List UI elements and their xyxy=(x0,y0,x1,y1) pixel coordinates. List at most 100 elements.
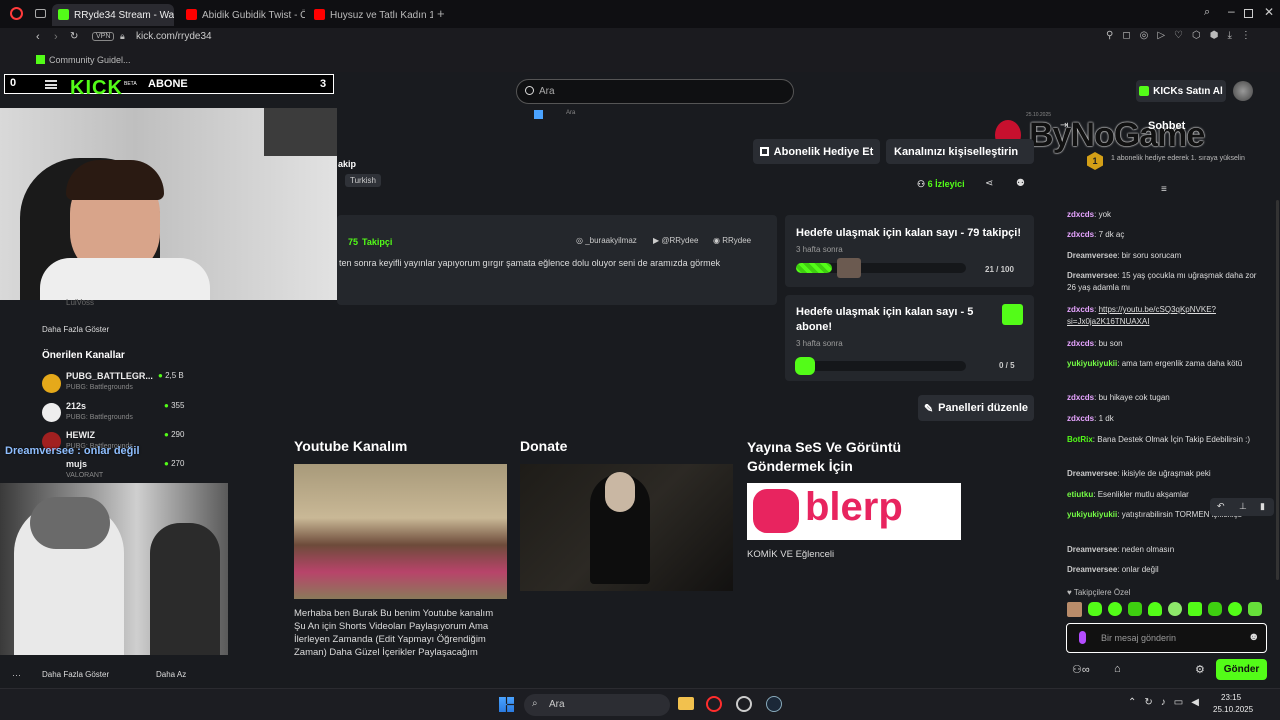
tab-kick[interactable]: RRyde34 Stream - Watch xyxy=(52,4,174,26)
chat-username[interactable]: yukiyukiyukii xyxy=(1067,510,1117,519)
show-more-link[interactable]: Daha Fazla Göster xyxy=(42,325,109,334)
search-tabs-icon[interactable]: ⌕ xyxy=(1204,6,1210,19)
search-input[interactable]: Ara xyxy=(516,79,794,104)
sidebar-channel[interactable]: mujs VALORANT xyxy=(66,459,103,479)
bookmark-community[interactable]: Community Guidel... xyxy=(49,55,131,65)
url-field[interactable]: kick.com/rryde34 xyxy=(136,31,212,42)
gift-goal-icon[interactable] xyxy=(1002,304,1023,325)
more-options-icon[interactable]: ⋯ xyxy=(12,670,21,681)
chat-username[interactable]: zdxcds xyxy=(1067,393,1094,402)
emote-icon[interactable] xyxy=(1248,602,1262,616)
chat-message[interactable]: Dreamversee: onlar değil xyxy=(1067,564,1263,576)
panel-image-blerp[interactable]: blerp xyxy=(747,483,961,540)
chat-username[interactable]: Dreamversee xyxy=(1067,251,1117,260)
opera-logo-icon[interactable] xyxy=(10,7,23,20)
vpn-badge[interactable]: VPN xyxy=(92,32,115,41)
emote-icon[interactable] xyxy=(1067,602,1082,617)
customize-channel-button[interactable]: Kanalınızı kişiselleştirin xyxy=(886,139,1034,164)
sidebar-partial-user[interactable]: LuiVoss xyxy=(66,298,94,307)
tab-youtube-2[interactable]: Huysuz ve Tatlı Kadın 1. B xyxy=(308,4,433,26)
start-icon[interactable] xyxy=(499,697,514,712)
reload-icon[interactable]: ↻ xyxy=(70,31,78,42)
chat-message[interactable]: Dreamversee: neden olmasın xyxy=(1067,544,1263,556)
mic-icon[interactable] xyxy=(1079,631,1086,644)
sidebar-channel[interactable]: 212s PUBG: Battlegrounds xyxy=(66,401,133,421)
pin-icon[interactable]: ⊥ xyxy=(1239,501,1247,512)
back-icon[interactable]: ‹ xyxy=(36,31,40,43)
follow-user-icon[interactable]: ⚉ xyxy=(1016,178,1025,189)
send-button[interactable]: Gönder xyxy=(1216,659,1267,680)
chat-text: Esenlikler mutlu akşamlar xyxy=(1097,490,1189,499)
workspaces-icon[interactable] xyxy=(35,9,46,18)
chat-message[interactable]: Dreamversee: ikisiyle de uğraşmak peki xyxy=(1067,468,1263,480)
chat-message[interactable]: zdxcds: bu hikaye cok tugan xyxy=(1067,392,1263,404)
chat-username[interactable]: etiutku xyxy=(1067,490,1093,499)
close-window-button[interactable]: ✕ xyxy=(1264,5,1274,19)
chat-username[interactable]: Dreamversee xyxy=(1067,545,1117,554)
emote-icon[interactable] xyxy=(1148,602,1162,616)
store-icon[interactable]: ⌂ xyxy=(1114,663,1121,675)
taskbar-search[interactable]: ⌕ Ara xyxy=(524,694,670,716)
gift-sub-button[interactable]: Abonelik Hediye Et xyxy=(753,139,880,164)
chat-username[interactable]: Dreamversee xyxy=(1067,271,1117,280)
emoji-icon[interactable]: ☻ xyxy=(1248,631,1260,643)
discord-link[interactable]: ◉ RRydee xyxy=(713,236,751,245)
chat-message[interactable]: zdxcds: bu son xyxy=(1067,338,1263,350)
forward-icon[interactable]: › xyxy=(54,31,58,43)
chat-username[interactable]: zdxcds xyxy=(1067,339,1094,348)
delete-icon[interactable]: ▮ xyxy=(1260,501,1265,512)
chat-input[interactable]: Bir mesaj gönderin ☻ xyxy=(1066,623,1267,653)
emote-icon[interactable] xyxy=(1108,602,1122,616)
chat-settings-icon[interactable]: ⚙ xyxy=(1195,663,1205,676)
language-badge[interactable]: Turkish xyxy=(345,174,381,187)
chat-message[interactable]: BotRix: Bana Destek Olmak İçin Takip Ede… xyxy=(1067,434,1263,446)
page-scrollbar[interactable] xyxy=(1276,200,1279,580)
emote-icon[interactable] xyxy=(1208,602,1222,616)
emote-icon[interactable] xyxy=(1168,602,1182,616)
opera-taskbar-icon[interactable] xyxy=(706,696,722,712)
emote-icon[interactable] xyxy=(1088,602,1102,616)
youtube-link[interactable]: ▶ @RRydee xyxy=(653,236,698,245)
emote-icon[interactable] xyxy=(1228,602,1242,616)
show-less-link[interactable]: Daha Az xyxy=(156,670,186,679)
panel-image-donate[interactable] xyxy=(520,464,733,591)
chat-username[interactable]: zdxcds xyxy=(1067,210,1094,219)
minimize-button[interactable]: – xyxy=(1228,4,1235,18)
kick-logo[interactable]: KICK xyxy=(70,77,123,100)
show-more-link-2[interactable]: Daha Fazla Göster xyxy=(42,670,109,679)
tray-icons[interactable]: ⌃↻♪▭◀ xyxy=(1128,697,1207,708)
chat-username[interactable]: zdxcds xyxy=(1067,305,1094,314)
pinned-toggle-icon[interactable]: ≡ xyxy=(1161,184,1167,195)
chat-username[interactable]: zdxcds xyxy=(1067,414,1094,423)
avatar[interactable] xyxy=(1233,81,1253,101)
emote-icon[interactable] xyxy=(1188,602,1202,616)
chat-username[interactable]: yukiyukiyukii xyxy=(1067,359,1117,368)
chat-message[interactable]: zdxcds: 1 dk xyxy=(1067,413,1263,425)
share-icon[interactable]: ⋖ xyxy=(985,178,993,189)
edit-panels-button[interactable]: ✎ Panelleri düzenle xyxy=(918,395,1034,421)
sidebar-channel[interactable]: PUBG_BATTLEGR... PUBG: Battlegrounds xyxy=(66,371,153,391)
app-icon[interactable] xyxy=(736,696,752,712)
chat-message[interactable]: yukiyukiyukii: ama tam ergenlik zama dah… xyxy=(1067,358,1263,370)
chat-message[interactable]: zdxcds: https://youtu.be/cSQ3qKpNVKE?si=… xyxy=(1067,304,1263,328)
chat-username[interactable]: Dreamversee xyxy=(1067,469,1117,478)
chat-username[interactable]: Dreamversee xyxy=(1067,565,1117,574)
chat-users-icon[interactable]: ⚇∞ xyxy=(1072,663,1090,676)
chat-message[interactable]: Dreamversee: 15 yaş çocukla mı uğraşmak … xyxy=(1067,270,1263,294)
panel-image-youtube[interactable] xyxy=(294,464,507,599)
emote-icon[interactable] xyxy=(1128,602,1142,616)
chat-message[interactable]: Dreamversee: bir soru sorucam xyxy=(1067,250,1263,262)
new-tab-button[interactable]: + xyxy=(437,6,445,21)
instagram-link[interactable]: ◎ _buraakyilmaz xyxy=(576,236,637,245)
tab-youtube-1[interactable]: Abidik Gubidik Twist - Öz xyxy=(180,4,305,26)
steam-icon[interactable] xyxy=(766,696,782,712)
maximize-button[interactable] xyxy=(1244,9,1253,18)
chat-message[interactable]: zdxcds: yok xyxy=(1067,209,1263,221)
chat-message[interactable]: zdxcds: 7 dk aç xyxy=(1067,229,1263,241)
chat-username[interactable]: BotRix xyxy=(1067,435,1093,444)
chat-username[interactable]: zdxcds xyxy=(1067,230,1094,239)
buy-kicks-button[interactable]: KICKs Satın Al xyxy=(1136,80,1226,102)
reply-icon[interactable]: ↶ xyxy=(1217,501,1225,512)
file-explorer-icon[interactable] xyxy=(678,697,694,710)
chat-collapse-icon[interactable]: ⇥ xyxy=(1060,120,1068,131)
